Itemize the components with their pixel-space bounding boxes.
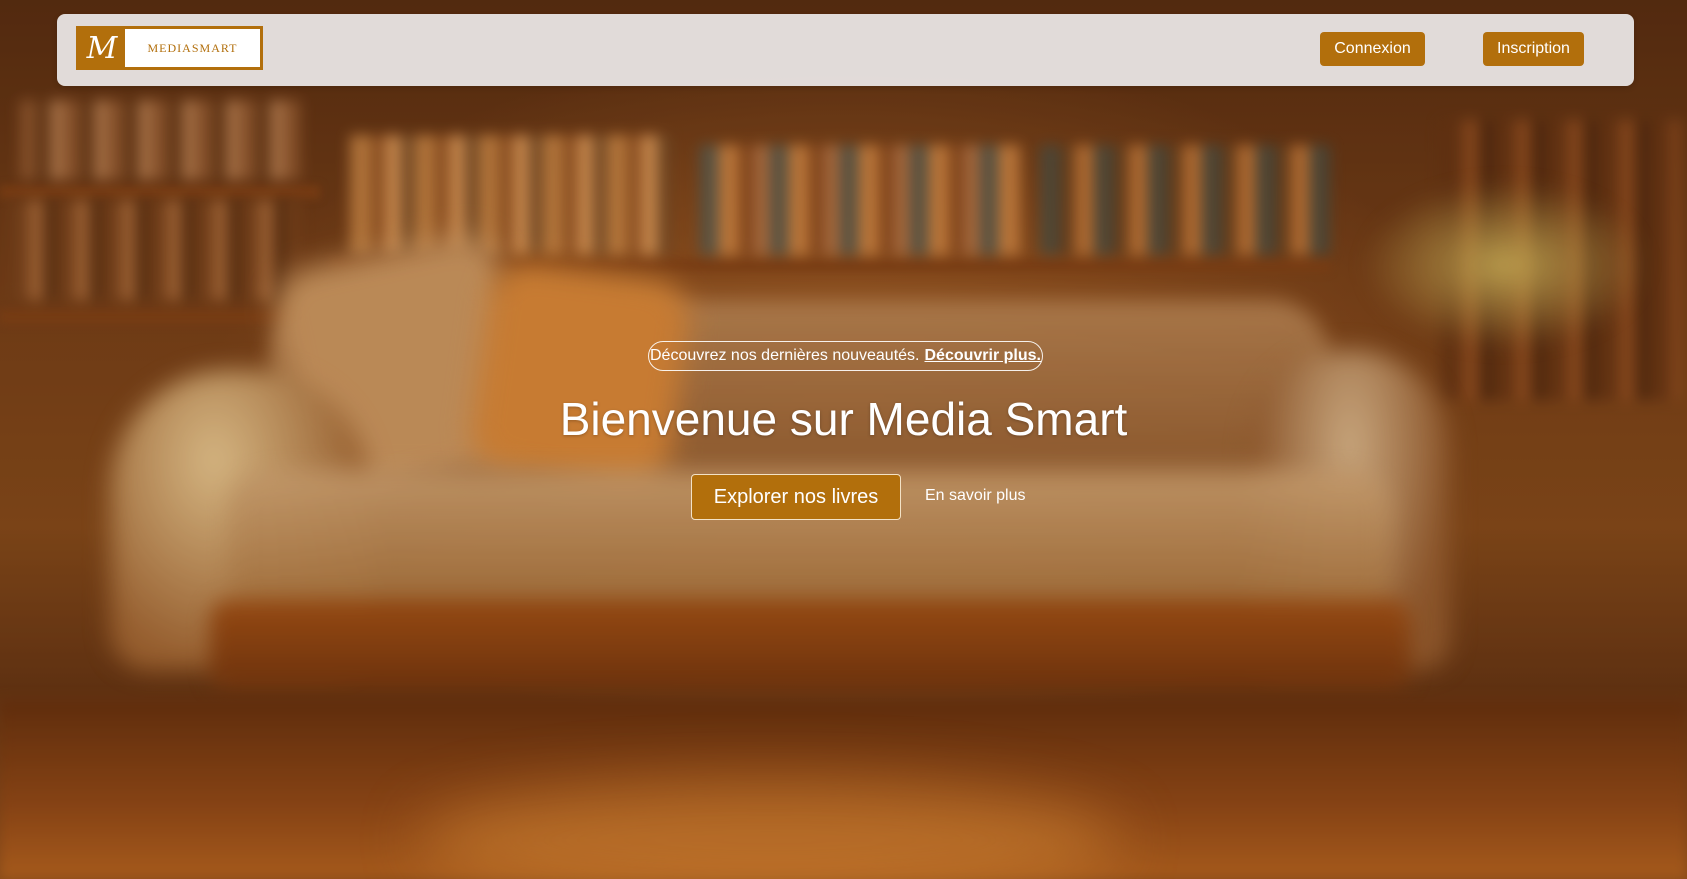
register-button[interactable]: Inscription xyxy=(1483,32,1584,66)
learn-more-link[interactable]: En savoir plus xyxy=(925,487,1026,505)
announcement-pill: Découvrez nos dernières nouveautés. Déco… xyxy=(648,341,1043,371)
announcement-text: Découvrez nos dernières nouveautés. xyxy=(650,347,920,364)
top-navbar: M MEDIASMART Connexion Inscription xyxy=(57,14,1634,86)
login-button[interactable]: Connexion xyxy=(1320,32,1425,66)
logo-wordmark: MEDIASMART xyxy=(147,40,238,55)
announcement-link[interactable]: Découvrir plus. xyxy=(925,347,1041,365)
brand-logo[interactable]: M MEDIASMART xyxy=(76,26,263,70)
explore-books-button[interactable]: Explorer nos livres xyxy=(691,474,901,520)
logo-mark: M xyxy=(79,29,125,67)
hero-title: Bienvenue sur Media Smart xyxy=(559,393,1128,445)
